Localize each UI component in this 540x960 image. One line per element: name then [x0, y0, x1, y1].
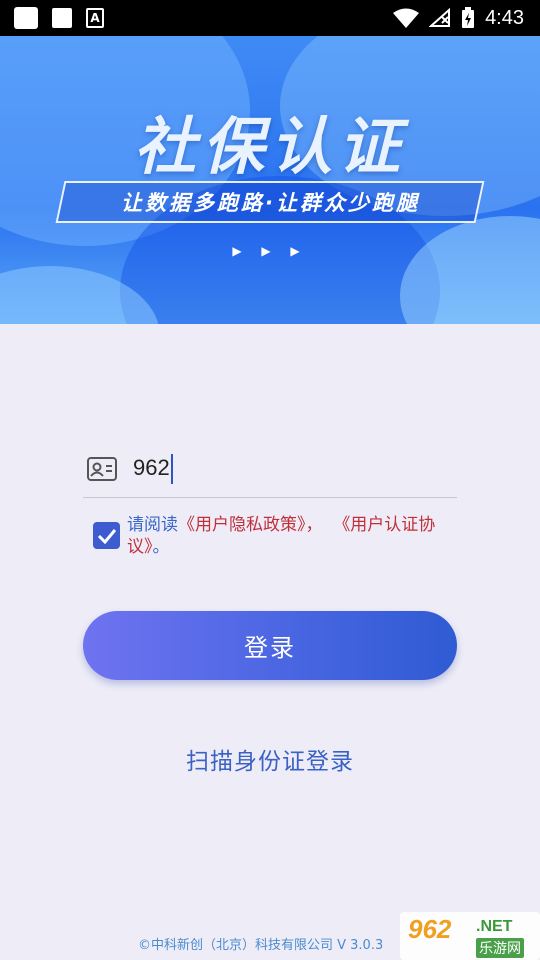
login-button[interactable]: 登录 [83, 611, 457, 680]
app-square-icon [14, 7, 38, 29]
agreement-row: 请阅读《用户隐私政策》， 《用户认证协议》。 [93, 514, 453, 558]
status-bar-right: 4:43 [393, 7, 524, 30]
id-number-value[interactable]: 962 [133, 453, 173, 484]
banner-slogan: 让数据多跑路·让群众少跑腿 [55, 181, 485, 223]
checkmark-icon [97, 528, 116, 544]
status-time: 4:43 [485, 6, 524, 29]
banner-decoration [400, 216, 540, 324]
font-a-icon: A [86, 8, 104, 28]
agreement-checkbox[interactable] [93, 522, 120, 549]
watermark-number: 962 [408, 914, 452, 944]
text-caret [170, 453, 173, 484]
id-card-icon [87, 456, 117, 481]
agreement-separator: ， [305, 515, 334, 535]
site-watermark-logo: 962 .NET 乐游网 [400, 912, 540, 960]
battery-charging-icon [462, 7, 475, 28]
privacy-policy-link[interactable]: 《用户隐私政策》 [178, 515, 306, 535]
banner-title: 社保认证 [133, 110, 406, 183]
status-bar: A 4:43 [0, 0, 540, 36]
wifi-icon [393, 8, 420, 28]
id-number-input[interactable]: 962 [83, 440, 457, 498]
agreement-prefix: 请阅读 [127, 515, 178, 535]
scan-id-login-link[interactable]: 扫描身份证登录 [0, 742, 540, 776]
status-bar-left: A [14, 7, 104, 29]
app-square-icon [52, 8, 72, 28]
watermark-net: .NET [476, 918, 513, 935]
watermark-name: 乐游网 [476, 938, 524, 958]
no-signal-icon [429, 8, 451, 27]
agreement-text: 请阅读《用户隐私政策》， 《用户认证协议》。 [127, 514, 453, 558]
banner-page-indicator: ▶ ▶ ▶ [232, 244, 308, 258]
banner-slogan-text: 让数据多跑路·让群众少跑腿 [120, 191, 420, 215]
banner: 社保认证 让数据多跑路·让群众少跑腿 ▶ ▶ ▶ [0, 36, 540, 324]
footer-copyright: ©中科新创（北京）科技有限公司 V 3.0.3 [138, 938, 384, 953]
agreement-suffix: 。 [152, 537, 170, 557]
